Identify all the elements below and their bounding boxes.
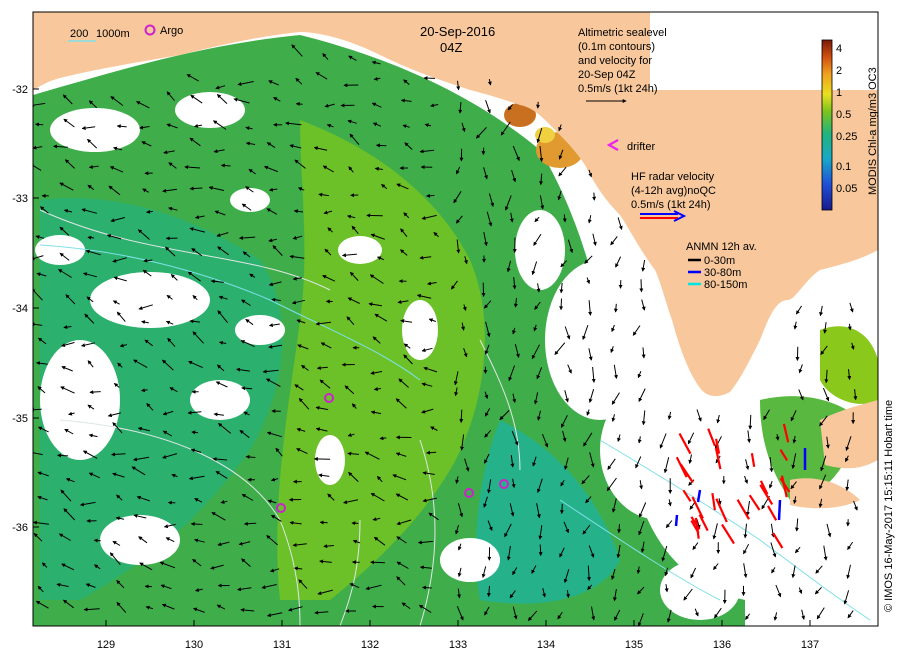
credit-line: © IMOS 16-May-2017 15:15:11 Hobart time [883,400,895,612]
y-tick-label: -32 [12,84,28,96]
argo-legend-label: Argo [160,25,183,37]
x-tick-label: 135 [625,639,643,651]
plot-area [33,12,878,626]
velocity-arrow [617,524,622,534]
x-tick-label: 131 [273,639,291,651]
velocity-arrow [190,522,203,527]
velocity-arrow [748,414,753,430]
white-panel-top-right [650,12,878,90]
colorbar-tick: 0.25 [836,131,857,143]
colorbar-tick: 0.5 [836,109,851,121]
altimetry-line: 0.5m/s (1kt 24h) [578,83,657,95]
map-time: 04Z [440,40,462,55]
colorbar-tick: 0.1 [836,161,851,173]
x-tick-label: 133 [449,639,467,651]
anmn-legend-item: 80-150m [704,279,747,291]
velocity-arrow [189,186,203,191]
colorbar-tick: 0.05 [836,183,857,195]
altimetry-line: Altimetric sealevel [578,27,667,39]
velocity-arrow [559,298,564,311]
colorbar-tick: 4 [836,43,842,55]
anmn-legend-title: ANMN 12h av. [686,241,757,253]
y-tick-label: -36 [12,522,28,534]
map-date: 20-Sep-2016 [420,24,495,39]
x-tick-label: 129 [97,639,115,651]
velocity-arrow [421,585,432,590]
bathy-1000-label: 1000m [96,28,130,40]
colorbar-title: MODIS Chl-a mg/m3 OC3 [867,67,879,195]
anmn-legend-item: 0-30m [704,255,735,267]
velocity-arrow [370,560,385,565]
colorbar-gradient [821,39,833,211]
velocity-arrow [425,193,435,198]
y-tick-label: -33 [12,193,28,205]
altimetry-line: and velocity for [578,55,652,67]
x-tick-label: 132 [361,639,379,651]
drifter-label: drifter [627,141,655,153]
bathy-200-label: 200 [70,28,88,40]
velocity-arrow [87,235,95,240]
y-tick-label: -34 [12,303,28,315]
colorbar-tick: 1 [836,87,842,99]
y-tick-label: -35 [12,413,28,425]
velocity-arrow [613,303,618,313]
anmn-legend-item: 30-80m [704,267,741,279]
velocity-arrow [538,544,543,557]
velocity-arrow [57,453,69,458]
velocity-arrow [89,390,101,395]
x-tick-label: 137 [801,639,819,651]
velocity-arrow [559,503,564,515]
velocity-arrow [375,143,387,148]
colorbar-tick: 2 [836,65,842,77]
altimetry-line: (0.1m contours) [578,41,655,53]
altimetry-line: 20-Sep 04Z [578,69,636,81]
x-tick-label: 134 [537,639,555,651]
velocity-arrow [191,430,199,435]
hf-radar-line: 0.5m/s (1kt 24h) [631,199,710,211]
velocity-arrow [33,407,42,412]
velocity-arrow [34,122,44,127]
ocean-chlorophyll-map: 129 130 131 132 133 134 135 136 137 -32 … [12,11,895,651]
velocity-arrow [459,409,464,424]
velocity-arrow [379,436,387,441]
x-tick-label: 130 [185,639,203,651]
hf-radar-line: (4-12h avg)noQC [631,185,716,197]
x-tick-label: 136 [713,639,731,651]
velocity-arrow [639,279,644,293]
velocity-arrow [220,163,231,168]
hf-radar-line: HF radar velocity [631,171,715,183]
velocity-arrow [847,323,852,331]
velocity-arrow [295,101,303,106]
